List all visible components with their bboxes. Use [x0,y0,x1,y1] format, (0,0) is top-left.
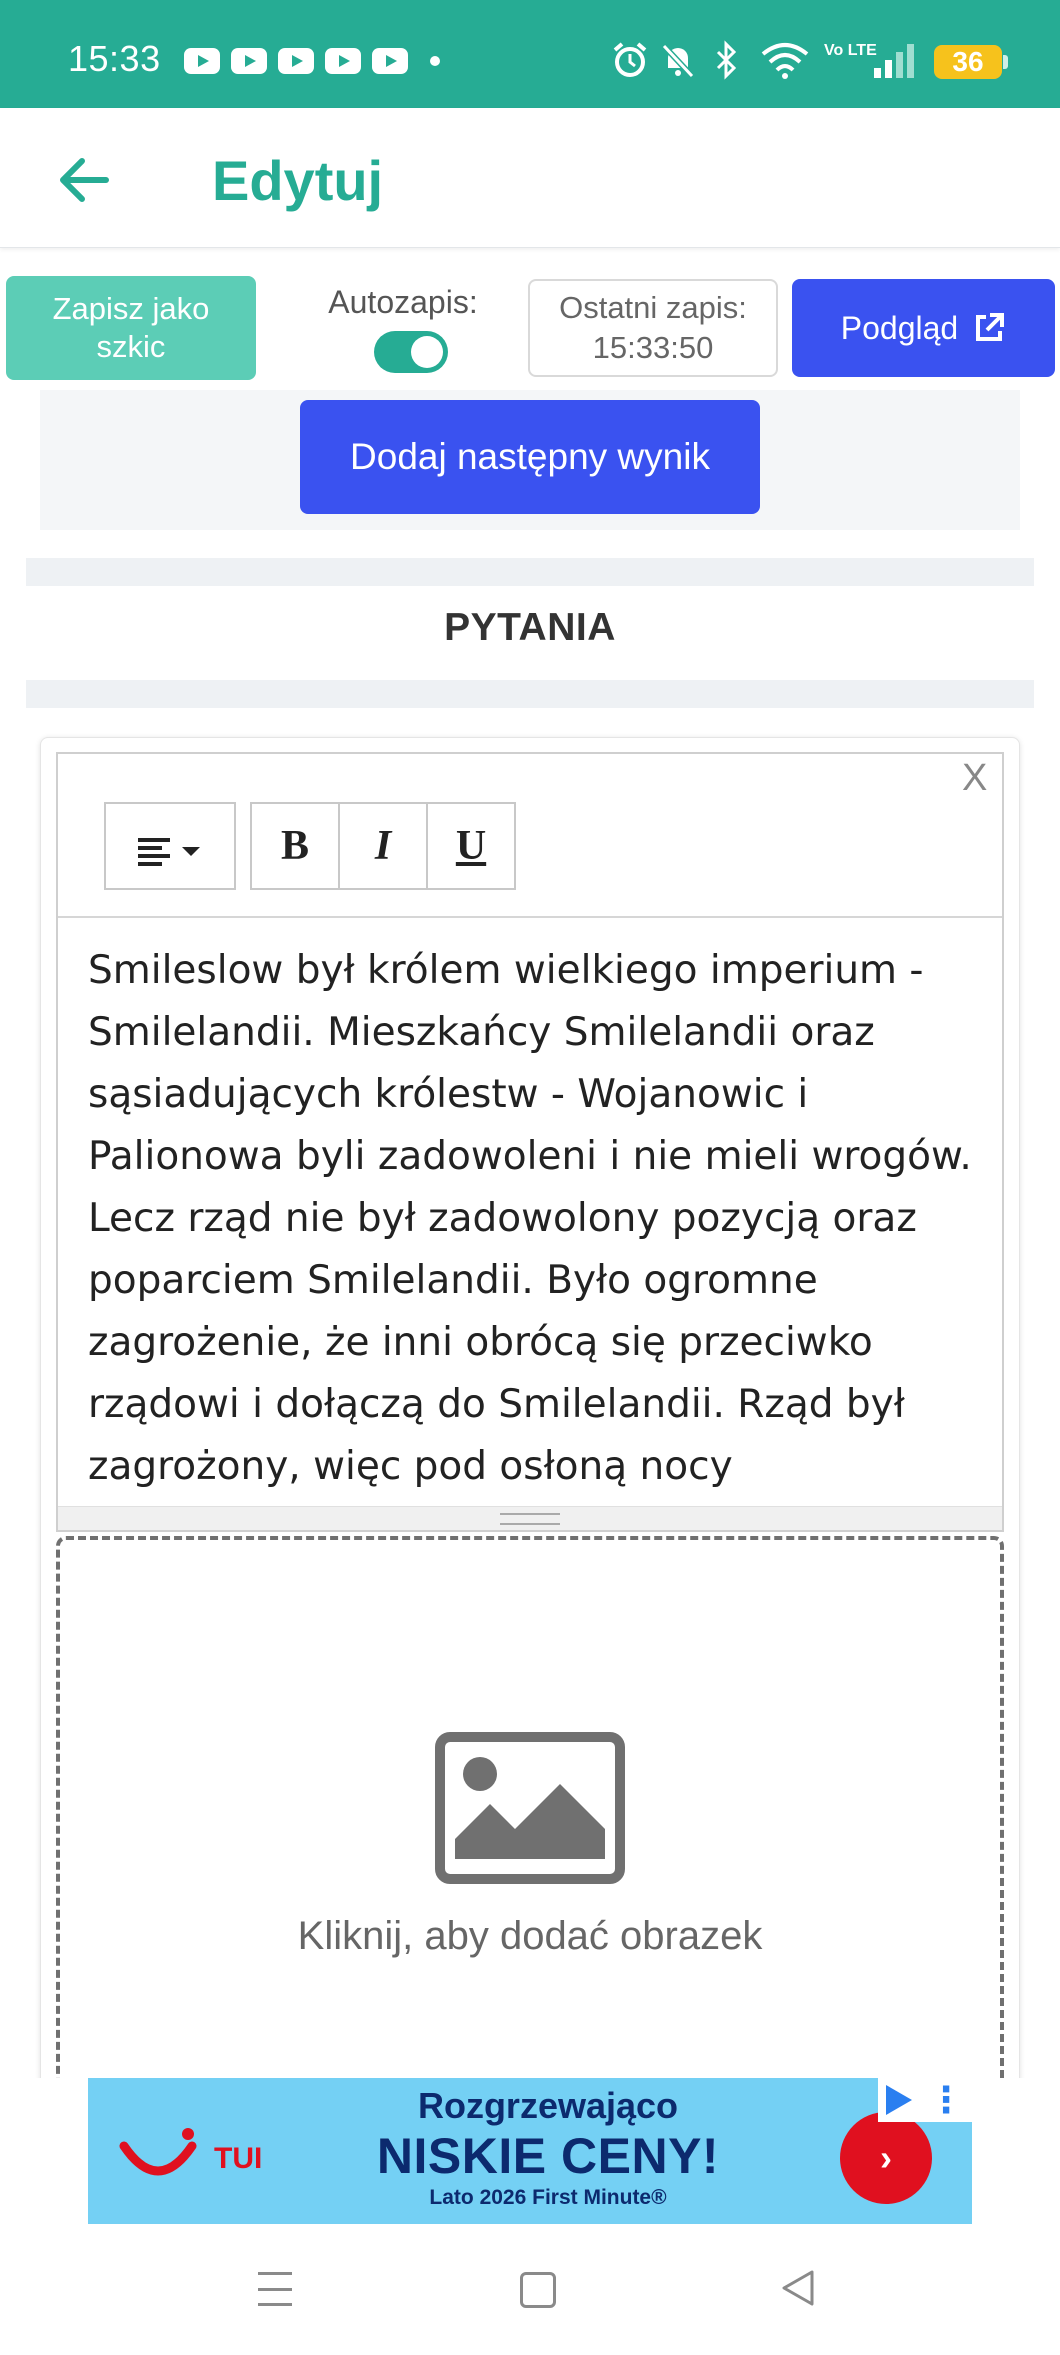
remove-question-button[interactable]: X [962,757,987,800]
bluetooth-icon [716,40,737,80]
autosave-toggle[interactable] [374,331,448,373]
ad-line-2: NISKIE CENY! [376,2128,720,2184]
underline-button[interactable]: U [428,804,514,888]
editor-resize-handle[interactable] [58,1506,1002,1530]
alarm-icon [613,42,647,77]
italic-button[interactable]: I [340,804,428,888]
recent-apps-icon[interactable] [258,2272,292,2306]
status-time: 15:33 [68,38,161,79]
app-screen: 15:33 Vo LTE 36 Edytuj Zapisz jako szkic… [0,0,1060,2355]
last-save-box: Ostatni zapis: 15:33:50 [528,279,778,377]
youtube-notification-icon [231,48,267,74]
bold-button[interactable]: B [252,804,340,888]
ad-line-1: Rozgrzewająco [417,2085,679,2126]
add-next-result-button[interactable]: Dodaj następny wynik [300,400,760,514]
last-save-time: 15:33:50 [592,330,714,365]
image-placeholder-icon [435,1732,625,1884]
section-divider [26,558,1034,586]
ad-cta-button[interactable]: › [840,2112,932,2204]
autosave-label: Autozapis: [328,284,478,320]
back-arrow-icon[interactable] [54,150,114,210]
ad-choices-badge[interactable]: ⋮ [878,2078,972,2122]
text-format-group: B I U [250,802,516,890]
svg-text:TUI: TUI [214,2142,262,2175]
volte-indicator: Vo LTE [824,42,877,59]
mute-bell-icon [661,43,695,79]
adchoices-icon [886,2085,912,2115]
rich-text-editor[interactable]: B I U Smileslow był królem wielkiego imp… [56,752,1004,1532]
more-vertical-icon: ⋮ [928,2079,964,2120]
ad-banner[interactable]: TUI Rozgrzewająco NISKIE CENY! Lato 2026… [88,2078,972,2224]
align-dropdown[interactable] [104,802,236,890]
more-notifications-icon [430,56,440,66]
youtube-notification-icon [325,48,361,74]
status-bar: 15:33 Vo LTE 36 [0,0,1060,108]
nav-back-icon[interactable] [780,2268,816,2308]
ad-headline: Rozgrzewająco NISKIE CENY! Lato 2026 Fir… [328,2084,768,2212]
system-nav-bar [0,2228,1060,2355]
youtube-notification-icon [372,48,408,74]
wifi-icon [761,43,809,79]
youtube-notification-icon [184,48,220,74]
tui-logo: TUI [119,2128,262,2176]
image-upload-caption: Kliknij, aby dodać obrazek [297,1914,763,1958]
page-title: Edytuj [212,149,384,212]
ad-line-3: Lato 2026 First Minute® [429,2186,667,2209]
questions-section-title: PYTANIA [444,606,616,649]
preview-label: Podgląd [840,309,959,346]
preview-button[interactable]: Podgląd [792,279,1055,377]
editor-toolbar: B I U [58,754,1002,918]
last-save-label: Ostatni zapis: [559,290,747,325]
home-icon[interactable] [520,2272,556,2308]
signal-icon [874,44,914,78]
battery-indicator: 36 [934,45,1008,79]
align-left-icon [138,838,200,866]
section-divider [26,680,1034,708]
external-link-icon [976,313,1005,341]
app-bar: Edytuj [0,108,1060,248]
youtube-notification-icon [278,48,314,74]
save-draft-button[interactable]: Zapisz jako szkic [6,276,256,380]
editor-content[interactable]: Smileslow był królem wielkiego imperium … [88,940,988,1500]
